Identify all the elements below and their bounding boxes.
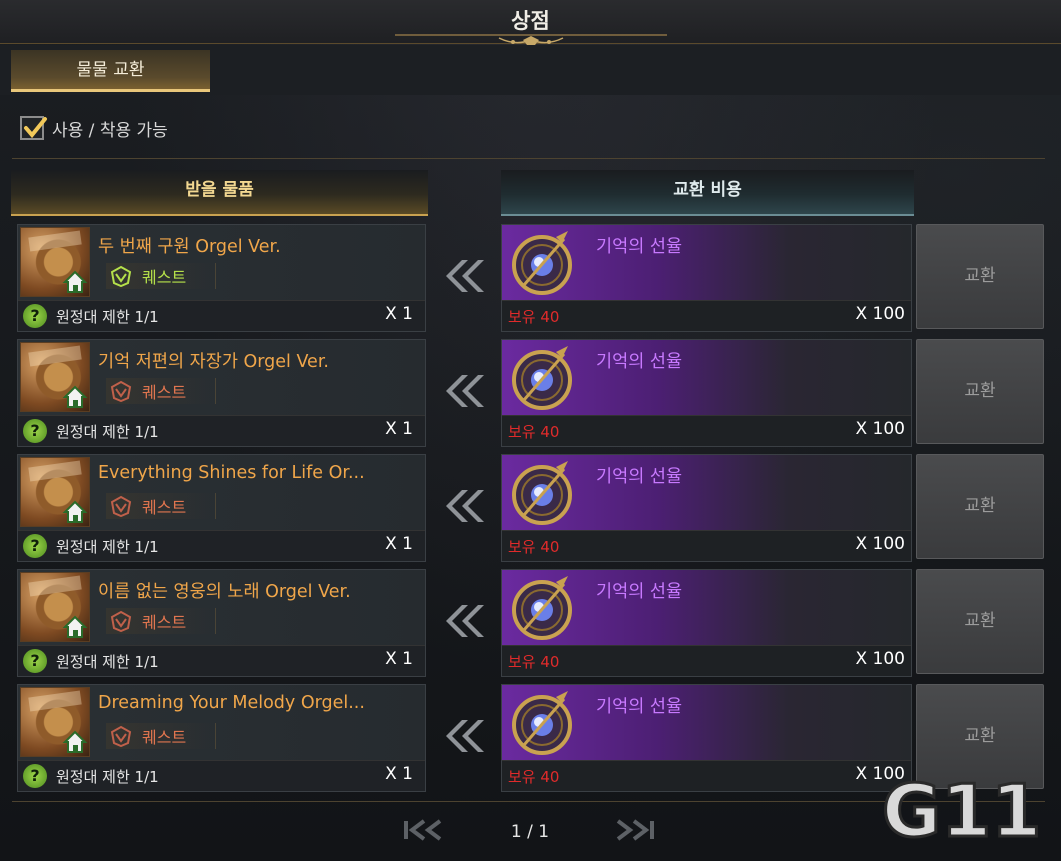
question-mark-icon[interactable]: ? [23, 764, 47, 788]
reward-quantity: X 1 [385, 764, 413, 784]
quest-tag-label: 퀘스트 [142, 268, 187, 287]
exchange-row: 이름 없는 영웅의 노래 Orgel Ver. 퀘스트 ? 원정대 제한 1/1… [0, 569, 1061, 677]
quest-tag-label: 퀘스트 [142, 383, 187, 402]
roster-limit: 원정대 제한 1/1 [56, 768, 159, 786]
cost-item-name: 기억의 선율 [596, 237, 683, 257]
quest-emblem-icon [110, 610, 132, 632]
cost-quantity: X 100 [855, 304, 906, 324]
reward-item-name: Dreaming Your Melody Orgel... [98, 693, 365, 713]
tab-barter[interactable]: 물물 교환 [11, 50, 210, 92]
home-icon [62, 385, 88, 408]
usable-filter[interactable]: 사용 / 착용 가능 [20, 114, 168, 142]
exchange-button[interactable]: 교환 [916, 569, 1044, 674]
home-icon [62, 270, 88, 293]
cost-header: 교환 비용 [501, 170, 914, 216]
reward-quantity: X 1 [385, 649, 413, 669]
reward-item-slot[interactable]: Dreaming Your Melody Orgel... 퀘스트 ? 원정대 … [17, 684, 426, 792]
cost-item-slot[interactable]: 기억의 선율 보유 40 X 100 [501, 339, 912, 447]
divider [12, 158, 1045, 159]
cost-item-slot[interactable]: 기억의 선율 보유 40 X 100 [501, 569, 912, 677]
memory-melody-icon [512, 231, 572, 295]
watermark-text: G11 [882, 770, 1041, 850]
quest-emblem-icon [110, 725, 132, 747]
exchange-button[interactable]: 교환 [916, 339, 1044, 444]
double-chevron-left-icon [446, 375, 484, 407]
exchange-button[interactable]: 교환 [916, 224, 1044, 329]
question-mark-icon[interactable]: ? [23, 419, 47, 443]
double-chevron-left-icon [446, 260, 484, 292]
roster-limit: 원정대 제한 1/1 [56, 423, 159, 441]
home-icon [62, 615, 88, 638]
cost-quantity: X 100 [855, 649, 906, 669]
quest-tag: 퀘스트 [106, 608, 216, 634]
roster-limit: 원정대 제한 1/1 [56, 653, 159, 671]
cost-quantity: X 100 [855, 534, 906, 554]
window-title: 상점 [511, 9, 550, 33]
title-bar: 상점 [0, 0, 1061, 50]
reward-item-slot[interactable]: 두 번째 구원 Orgel Ver. 퀘스트 ? 원정대 제한 1/1 X 1 [17, 224, 426, 332]
quest-tag-label: 퀘스트 [142, 728, 187, 747]
last-page-icon[interactable] [610, 815, 658, 845]
quest-tag-label: 퀘스트 [142, 613, 187, 632]
reward-item-slot[interactable]: 이름 없는 영웅의 노래 Orgel Ver. 퀘스트 ? 원정대 제한 1/1… [17, 569, 426, 677]
roster-limit: 원정대 제한 1/1 [56, 308, 159, 326]
reward-item-slot[interactable]: Everything Shines for Life Or... 퀘스트 ? 원… [17, 454, 426, 562]
quest-tag: 퀘스트 [106, 723, 216, 749]
cost-item-slot[interactable]: 기억의 선율 보유 40 X 100 [501, 224, 912, 332]
memory-melody-icon [512, 576, 572, 640]
quest-tag: 퀘스트 [106, 263, 216, 289]
page-indicator: 1 / 1 [510, 822, 550, 842]
owned-count: 보유 40 [508, 423, 560, 441]
question-mark-icon[interactable]: ? [23, 304, 47, 328]
cost-item-name: 기억의 선율 [596, 582, 683, 602]
reward-item-name: 두 번째 구원 Orgel Ver. [98, 237, 281, 257]
reward-item-name: Everything Shines for Life Or... [98, 463, 365, 483]
exchange-row: 두 번째 구원 Orgel Ver. 퀘스트 ? 원정대 제한 1/1 X 1 [0, 224, 1061, 332]
cost-item-name: 기억의 선율 [596, 352, 683, 372]
checkmark-icon [24, 117, 47, 139]
quest-tag: 퀘스트 [106, 493, 216, 519]
exchange-row: Everything Shines for Life Or... 퀘스트 ? 원… [0, 454, 1061, 562]
double-chevron-left-icon [446, 720, 484, 752]
cost-item-name: 기억의 선율 [596, 697, 683, 717]
usable-checkbox[interactable] [20, 116, 47, 140]
reward-quantity: X 1 [385, 419, 413, 439]
owned-count: 보유 40 [508, 538, 560, 556]
memory-melody-icon [512, 691, 572, 755]
roster-limit: 원정대 제한 1/1 [56, 538, 159, 556]
question-mark-icon[interactable]: ? [23, 649, 47, 673]
cost-item-slot[interactable]: 기억의 선율 보유 40 X 100 [501, 684, 912, 792]
quest-emblem-icon [110, 265, 132, 287]
reward-item-slot[interactable]: 기억 저편의 자장가 Orgel Ver. 퀘스트 ? 원정대 제한 1/1 X… [17, 339, 426, 447]
home-icon [62, 730, 88, 753]
memory-melody-icon [512, 346, 572, 410]
g11-watermark-logo: G11 [881, 770, 1043, 850]
usable-filter-label: 사용 / 착용 가능 [52, 120, 168, 141]
quest-emblem-icon [110, 495, 132, 517]
exchange-row: 기억 저편의 자장가 Orgel Ver. 퀘스트 ? 원정대 제한 1/1 X… [0, 339, 1061, 447]
reward-quantity: X 1 [385, 534, 413, 554]
question-mark-icon[interactable]: ? [23, 534, 47, 558]
receive-header: 받을 물품 [11, 170, 428, 216]
quest-tag: 퀘스트 [106, 378, 216, 404]
home-icon [62, 500, 88, 523]
owned-count: 보유 40 [508, 308, 560, 326]
cost-item-name: 기억의 선율 [596, 467, 683, 487]
double-chevron-left-icon [446, 490, 484, 522]
owned-count: 보유 40 [508, 768, 560, 786]
quest-tag-label: 퀘스트 [142, 498, 187, 517]
memory-melody-icon [512, 461, 572, 525]
first-page-icon[interactable] [400, 815, 448, 845]
cost-quantity: X 100 [855, 419, 906, 439]
quest-emblem-icon [110, 380, 132, 402]
reward-quantity: X 1 [385, 304, 413, 324]
owned-count: 보유 40 [508, 653, 560, 671]
reward-item-name: 기억 저편의 자장가 Orgel Ver. [98, 352, 329, 372]
cost-item-slot[interactable]: 기억의 선율 보유 40 X 100 [501, 454, 912, 562]
double-chevron-left-icon [446, 605, 484, 637]
exchange-button[interactable]: 교환 [916, 454, 1044, 559]
reward-item-name: 이름 없는 영웅의 노래 Orgel Ver. [98, 582, 351, 602]
